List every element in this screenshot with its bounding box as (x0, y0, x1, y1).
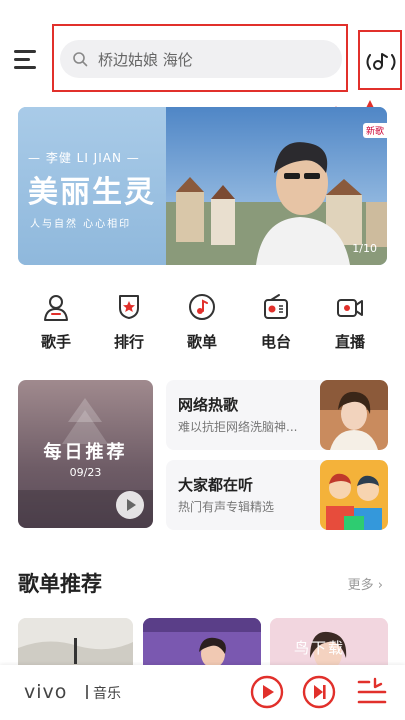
nav-label: 歌单 (186, 333, 217, 351)
search-placeholder: 桥边姑娘 海伦 (98, 51, 193, 69)
play-icon[interactable] (116, 491, 144, 519)
search-highlight: 桥边姑娘 海伦 (52, 24, 348, 92)
playlist-icon (189, 294, 215, 320)
card-hot-songs[interactable]: 网络热歌 难以抗拒网络洗脑神... (166, 380, 388, 450)
banner-page-indicator: 1/10 (352, 242, 377, 255)
banner-artist: — 李健 LI JIAN — (28, 151, 140, 165)
nav-label: 歌手 (40, 333, 71, 351)
daily-recommend-card[interactable]: 每日推荐 09/23 (18, 380, 153, 528)
brand-subtitle: 音乐 (93, 686, 121, 702)
card-title: 大家都在听 (178, 476, 254, 494)
card-cover (320, 460, 388, 530)
nav-item-radio[interactable]: 电台 (246, 292, 306, 352)
top-bar: 桥边姑娘 海伦 (0, 20, 405, 100)
live-icon (337, 299, 363, 317)
banner-badge: 新歌 (362, 123, 387, 138)
radio-icon (264, 294, 288, 319)
hero-banner[interactable]: — 李健 LI JIAN — 美丽生灵 人与自然 心心相印 新歌 1/10 (18, 107, 387, 265)
bottom-player-bar: vivo 音乐 (0, 665, 405, 720)
next-button[interactable] (302, 675, 336, 709)
card-title: 网络热歌 (178, 396, 239, 414)
brand-divider (86, 685, 88, 699)
daily-title: 每日推荐 (43, 442, 128, 463)
play-button[interactable] (250, 675, 284, 709)
section-title: 歌单推荐 (18, 572, 102, 596)
ranking-icon (119, 295, 139, 319)
music-recognition-icon[interactable] (364, 50, 398, 74)
nav-item-live[interactable]: 直播 (320, 292, 380, 352)
search-input[interactable]: 桥边姑娘 海伦 (60, 40, 342, 78)
brand-logo: vivo (24, 681, 68, 703)
nav-label: 排行 (113, 333, 144, 351)
playlist-card[interactable] (18, 618, 133, 668)
category-nav: 歌手 排行 歌单 电台 直播 (0, 292, 405, 352)
nav-label: 电台 (260, 333, 291, 351)
nav-item-singer[interactable]: 歌手 (26, 292, 86, 352)
nav-item-playlist[interactable]: 歌单 (172, 292, 232, 352)
daily-date: 09/23 (69, 466, 102, 479)
nav-label: 直播 (334, 333, 365, 351)
menu-icon[interactable] (14, 50, 38, 70)
more-link[interactable]: 更多 › (348, 574, 383, 593)
card-cover (320, 380, 388, 450)
singer-icon (44, 295, 68, 321)
playlist-cover (18, 618, 133, 668)
card-subtitle: 难以抗拒网络洗脑神... (178, 420, 298, 434)
playlist-queue-icon[interactable] (355, 675, 389, 709)
playlist-card[interactable] (143, 618, 261, 668)
card-everyone-listening[interactable]: 大家都在听 热门有声专辑精选 (166, 460, 388, 530)
card-subtitle: 热门有声专辑精选 (178, 500, 275, 514)
nav-item-ranking[interactable]: 排行 (99, 292, 159, 352)
watermark: 鸟下载 (294, 639, 346, 657)
playlist-cover (143, 618, 261, 668)
search-icon (73, 52, 88, 67)
banner-title: 美丽生灵 (28, 175, 156, 210)
recognize-highlight (358, 30, 402, 90)
banner-subtitle: 人与自然 心心相印 (30, 219, 132, 230)
